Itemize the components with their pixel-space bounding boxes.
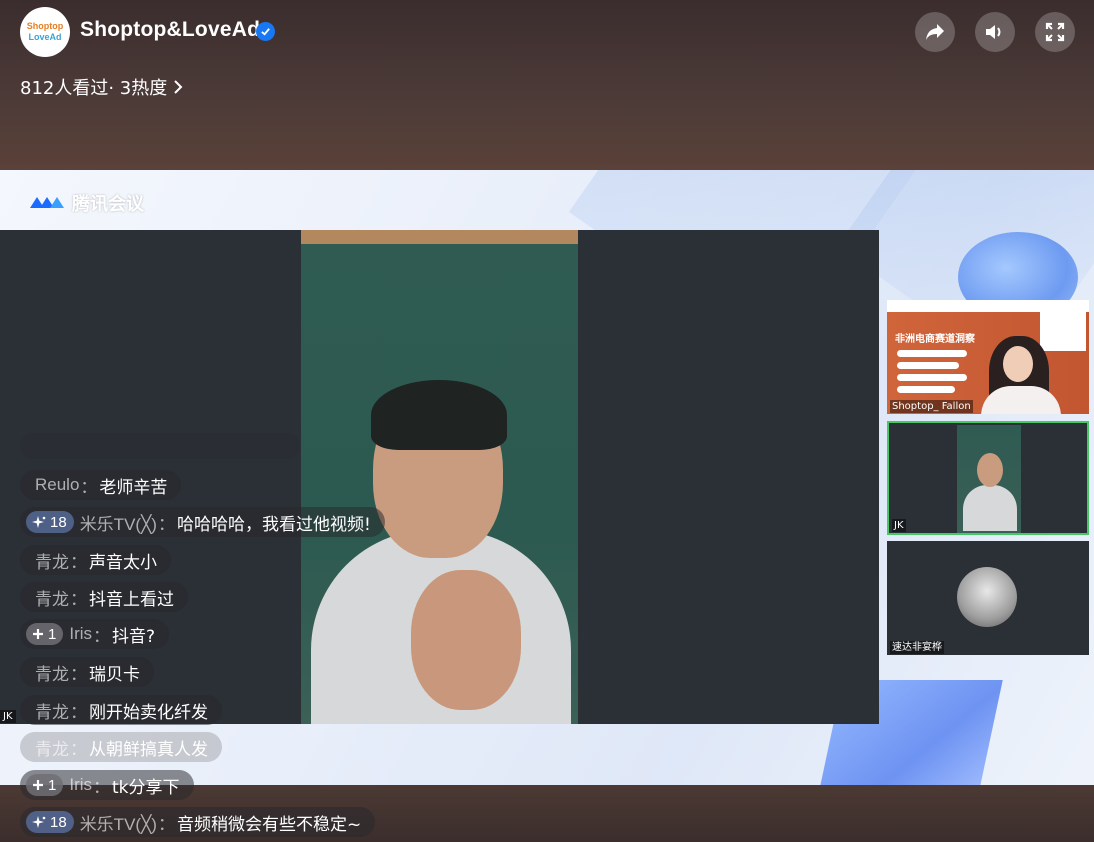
chat-username[interactable]: 青龙 <box>35 735 69 760</box>
fan-level-badge: 1 <box>26 774 64 796</box>
qr-code <box>1040 303 1086 351</box>
chat-message: 青龙：声音太小 <box>20 545 171 575</box>
fan-level-badge: 18 <box>26 511 74 533</box>
speaker-mini-face <box>977 453 1003 487</box>
chat-message: 青龙：抖音上看过 <box>20 582 188 612</box>
chat-text: 从朝鲜搞真人发 <box>89 739 208 760</box>
speaker-mini-body <box>963 485 1017 531</box>
chat-separator: ： <box>80 477 98 498</box>
slide-bullet <box>897 362 959 369</box>
badge-level: 1 <box>48 625 57 643</box>
plus-icon <box>33 780 43 790</box>
badge-level: 1 <box>48 776 57 794</box>
presenter-face <box>1003 346 1033 382</box>
live-chat: Reulo：老师辛苦 18 米乐TV(╳)：哈哈哈哈，我看过他视频! 青龙：声音… <box>20 0 440 842</box>
sparkle-icon <box>32 516 46 528</box>
badge-level: 18 <box>50 513 67 531</box>
chat-separator: ： <box>70 702 87 723</box>
slide-bullet <box>897 350 967 357</box>
chat-separator: ： <box>70 589 87 610</box>
participant-name: Shoptop_ Fallon <box>890 400 973 413</box>
chat-message: 18 米乐TV(╳)：哈哈哈哈，我看过他视频! <box>20 507 385 537</box>
chat-username[interactable]: 青龙 <box>35 698 69 723</box>
chat-username[interactable]: 米乐TV(╳) <box>80 810 157 835</box>
faded-chat-message <box>20 433 300 459</box>
share-icon <box>926 24 944 40</box>
slide-bullet <box>897 374 967 381</box>
share-button[interactable] <box>915 12 955 52</box>
fullscreen-icon <box>1045 22 1065 42</box>
chat-text: 声音太小 <box>89 552 157 573</box>
participant-avatar <box>957 567 1017 627</box>
fan-level-badge: 18 <box>26 811 74 833</box>
chat-username[interactable]: Iris <box>69 624 92 644</box>
participant-thumbnail-active[interactable]: JK <box>887 421 1089 535</box>
chat-text: 刚开始卖化纤发 <box>89 702 208 723</box>
chat-text: 音频稍微会有些不稳定~ <box>176 814 362 835</box>
chat-username[interactable]: 青龙 <box>35 660 69 685</box>
chat-username[interactable]: 米乐TV(╳) <box>80 510 157 535</box>
chat-username[interactable]: 青龙 <box>35 548 69 573</box>
slide-bullet <box>897 386 955 393</box>
chat-separator: ： <box>157 514 175 535</box>
chat-text: 瑞贝卡 <box>89 664 140 685</box>
chat-username[interactable]: Reulo <box>35 475 79 495</box>
chat-message: 青龙：瑞贝卡 <box>20 657 154 687</box>
fullscreen-button[interactable] <box>1035 12 1075 52</box>
chat-text: 抖音? <box>112 626 156 647</box>
chat-separator: ： <box>157 814 175 835</box>
chat-username[interactable]: Iris <box>69 775 92 795</box>
chat-text: 抖音上看过 <box>89 589 174 610</box>
chat-separator: ： <box>93 626 111 647</box>
slide-title: 非洲电商赛道洞察 <box>895 334 975 345</box>
chat-separator: ： <box>70 739 87 760</box>
chat-separator: ： <box>70 664 87 685</box>
chat-message: 18 米乐TV(╳)：音频稍微会有些不稳定~ <box>20 807 376 837</box>
sparkle-icon <box>32 816 46 828</box>
participant-thumbnail[interactable]: 速达非宴桦 <box>887 541 1089 655</box>
chat-message: Reulo：老师辛苦 <box>20 470 182 500</box>
participant-name: JK <box>892 519 906 532</box>
chat-message: 青龙：从朝鲜搞真人发 <box>20 732 222 762</box>
chat-text: tk分享下 <box>112 777 180 798</box>
chat-message: 青龙：刚开始卖化纤发 <box>20 695 222 725</box>
participant-thumbnail[interactable]: 非洲电商赛道洞察 Shoptop_ Fallon <box>887 300 1089 414</box>
chat-text: 哈哈哈哈，我看过他视频! <box>176 514 371 535</box>
fan-level-badge: 1 <box>26 623 64 645</box>
chat-text: 老师辛苦 <box>99 477 168 498</box>
chat-separator: ： <box>70 552 87 573</box>
chat-username[interactable]: 青龙 <box>35 585 69 610</box>
plus-icon <box>33 629 43 639</box>
badge-level: 18 <box>50 813 67 831</box>
volume-button[interactable] <box>975 12 1015 52</box>
chat-message: 1 Iris： tk分享下 <box>20 770 194 800</box>
main-participant-label: JK <box>0 710 16 723</box>
chat-separator: ： <box>93 777 111 798</box>
participant-name: 速达非宴桦 <box>890 641 944 654</box>
volume-icon <box>986 25 1001 39</box>
chat-message: 1 Iris：抖音? <box>20 619 170 649</box>
